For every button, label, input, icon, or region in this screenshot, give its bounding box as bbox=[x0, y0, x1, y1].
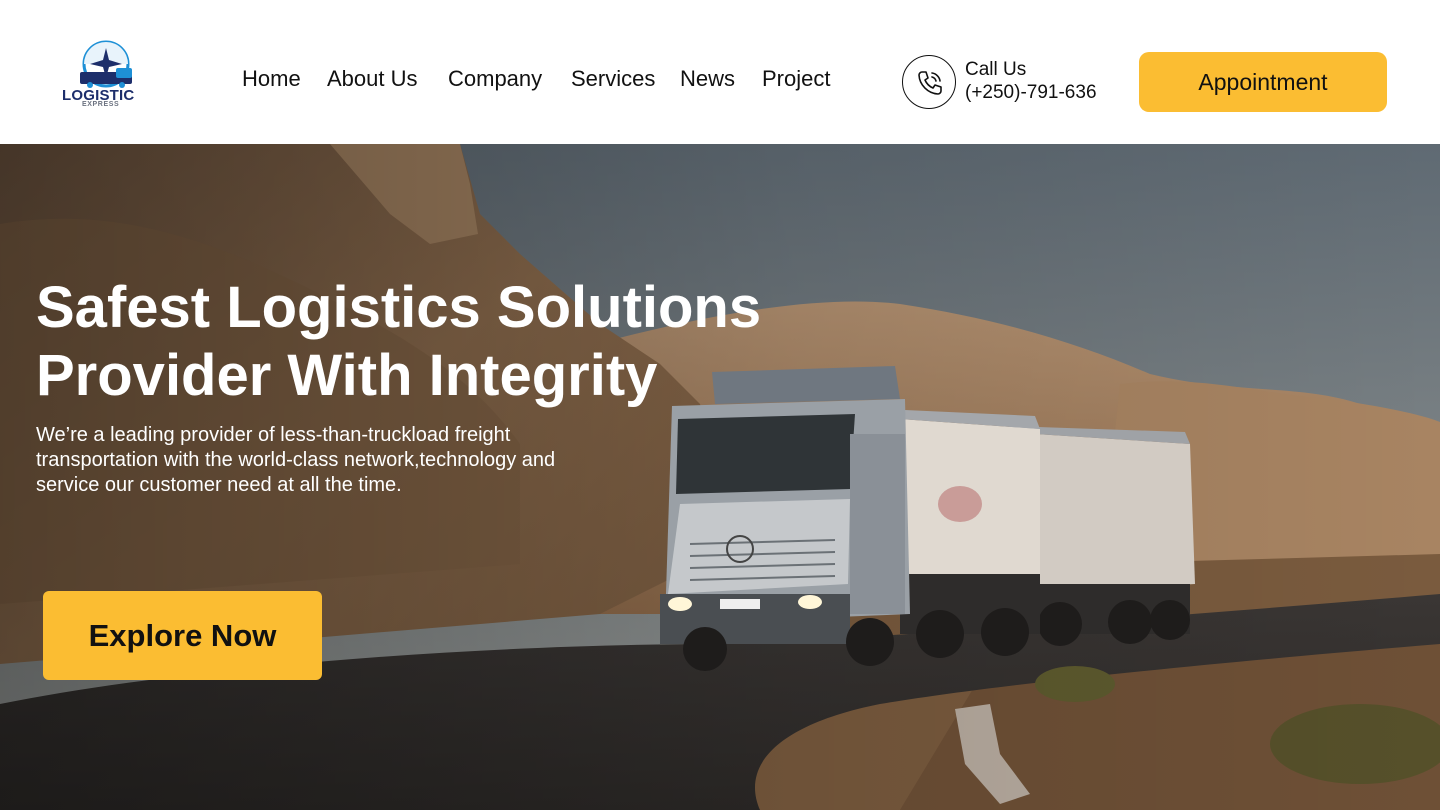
hero-title-line-2: Provider With Integrity bbox=[36, 343, 658, 408]
nav-home[interactable]: Home bbox=[242, 66, 301, 92]
hero-title-line-1: Safest Logistics Solutions bbox=[36, 275, 762, 340]
brand-logo[interactable]: LOGISTIC EXPRESS bbox=[58, 38, 158, 112]
hero-title: Safest Logistics Solutions Provider With… bbox=[36, 274, 796, 410]
hero-description: We’re a leading provider of less-than-tr… bbox=[36, 423, 656, 498]
call-button[interactable] bbox=[902, 55, 956, 109]
hero-description-line-2: transportation with the world-class netw… bbox=[36, 449, 556, 471]
phone-number[interactable]: (+250)-791-636 bbox=[965, 82, 1097, 104]
nav-about-us[interactable]: About Us bbox=[327, 66, 418, 92]
nav-services[interactable]: Services bbox=[571, 66, 655, 92]
hero-section: Safest Logistics Solutions Provider With… bbox=[0, 144, 1440, 810]
site-header: LOGISTIC EXPRESS Home About Us Company S… bbox=[0, 0, 1440, 144]
explore-now-button[interactable]: Explore Now bbox=[43, 591, 322, 680]
phone-icon bbox=[918, 71, 942, 95]
hero-description-line-1: We’re a leading provider of less-than-tr… bbox=[36, 424, 511, 446]
appointment-button[interactable]: Appointment bbox=[1139, 52, 1387, 112]
logo-subtext: EXPRESS bbox=[82, 101, 120, 108]
nav-news[interactable]: News bbox=[680, 66, 735, 92]
nav-project[interactable]: Project bbox=[762, 66, 830, 92]
nav-company[interactable]: Company bbox=[448, 66, 542, 92]
logo-icon bbox=[80, 40, 132, 88]
hero-description-line-3: service our customer need at all the tim… bbox=[36, 474, 402, 496]
call-us-label: Call Us bbox=[965, 59, 1027, 80]
